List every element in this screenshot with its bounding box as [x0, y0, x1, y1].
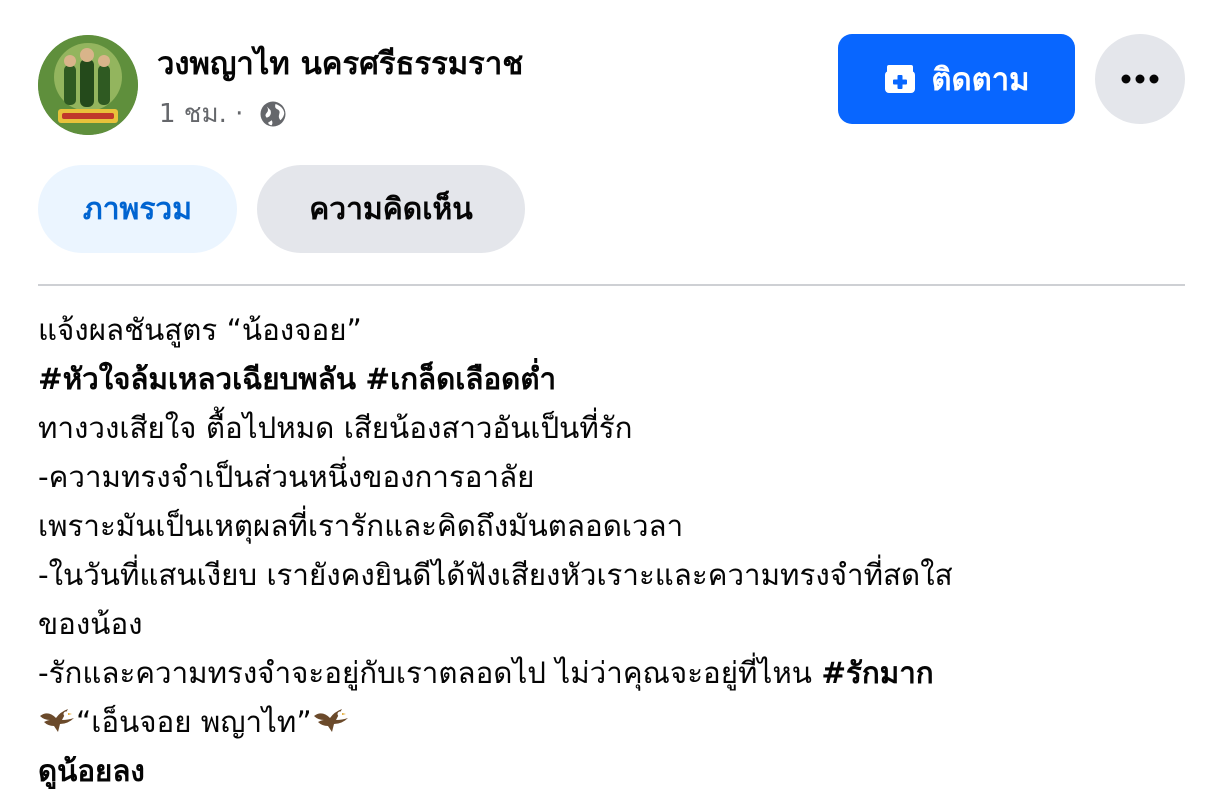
follow-add-icon	[883, 62, 917, 96]
post-line-sister: ของน้อง	[38, 607, 143, 641]
post-line-love-text: -รักและความทรงจำจะอยู่กับเราตลอดไป ไม่ว่…	[38, 656, 812, 690]
eagle-icon	[312, 702, 350, 732]
post-line-memory: -ความทรงจำเป็นส่วนหนึ่งของการอาลัย	[38, 460, 535, 494]
post-line-signoff: “เอ็นจอย พญาไท”	[38, 698, 1188, 747]
post-line-grief: ทางวงเสียใจ ตื้อไปหมด เสียน้องสาวอันเป็น…	[38, 411, 633, 445]
post-line-autopsy: แจ้งผลชันสูตร “น้องจอย”	[38, 313, 362, 347]
post-time[interactable]: 1 ชม.	[159, 96, 227, 132]
page-avatar[interactable]	[38, 35, 138, 135]
divider	[38, 284, 1185, 286]
hashtag-love-much[interactable]: #รักมาก	[821, 656, 933, 690]
follow-label: ติดตาม	[931, 62, 1030, 98]
page-name[interactable]: วงพญาไท นครศรีธรรมราช	[157, 44, 523, 84]
hashtag-heart-failure[interactable]: #หัวใจล้มเหลวเฉียบพลัน	[38, 362, 356, 396]
see-less-link[interactable]: ดูน้อยลง	[38, 747, 1188, 796]
post-meta: 1 ชม. ·	[159, 96, 288, 132]
tab-overview[interactable]: ภาพรวม	[38, 165, 237, 253]
post-line-hashtags: #หัวใจล้มเหลวเฉียบพลัน #เกล็ดเลือดต่ำ	[38, 355, 1188, 404]
eagle-icon	[38, 702, 76, 732]
signoff-text: “เอ็นจอย พญาไท”	[76, 705, 312, 739]
meta-separator: ·	[235, 99, 244, 129]
follow-button[interactable]: ติดตาม	[838, 34, 1075, 124]
post-line-quiet-day: -ในวันที่แสนเงียบ เรายังคงยินดีได้ฟังเสี…	[38, 558, 953, 592]
post-body: แจ้งผลชันสูตร “น้องจอย” #หัวใจล้มเหลวเฉี…	[38, 306, 1188, 796]
post-line-reason: เพราะมันเป็นเหตุผลที่เรารักและคิดถึงมันต…	[38, 509, 684, 543]
globe-icon[interactable]	[258, 99, 288, 129]
tab-comments[interactable]: ความคิดเห็น	[257, 165, 525, 253]
more-options-button[interactable]	[1095, 34, 1185, 124]
avatar-image	[38, 35, 138, 135]
post-line-love: -รักและความทรงจำจะอยู่กับเราตลอดไป ไม่ว่…	[38, 649, 1188, 698]
more-dots-icon	[1121, 74, 1159, 84]
hashtag-low-platelets[interactable]: #เกล็ดเลือดต่ำ	[365, 362, 556, 396]
